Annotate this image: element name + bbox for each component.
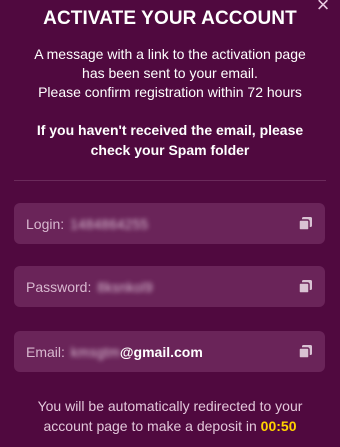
modal-title: ACTIVATE YOUR ACCOUNT <box>43 8 297 29</box>
copy-icon[interactable] <box>298 216 313 231</box>
email-domain: @gmail.com <box>119 343 203 360</box>
password-label: Password: <box>26 278 92 295</box>
password-field: Password: 8ksnkol9 <box>14 266 325 307</box>
email-field: Email: kmsgtm @gmail.com <box>14 331 325 372</box>
activation-message: A message with a link to the activation … <box>10 45 330 102</box>
copy-icon[interactable] <box>298 279 313 294</box>
message-line: has been sent to your email. <box>82 65 258 81</box>
spam-notice-line: check your Spam folder <box>90 142 250 158</box>
redirect-line: account page to make a deposit in <box>43 418 261 434</box>
login-field: Login: 1484864255 <box>14 203 325 244</box>
password-value: 8ksnkol9 <box>97 278 153 295</box>
countdown-timer: 00:50 <box>260 418 297 434</box>
login-value: 1484864255 <box>70 215 149 232</box>
spam-notice-line: If you haven't received the email, pleas… <box>36 122 304 138</box>
activate-account-modal: × ACTIVATE YOUR ACCOUNT A message with a… <box>0 0 340 447</box>
message-line: Please confirm registration within 72 ho… <box>38 84 302 100</box>
message-line: A message with a link to the activation … <box>34 46 306 62</box>
login-label: Login: <box>26 215 65 232</box>
copy-icon[interactable] <box>298 344 313 359</box>
redirect-notice: You will be automatically redirected to … <box>8 396 332 436</box>
email-label: Email: <box>26 343 65 360</box>
email-value: kmsgtm <box>70 343 120 360</box>
divider <box>14 180 326 181</box>
redirect-line: You will be automatically redirected to … <box>37 398 303 414</box>
spam-notice: If you haven't received the email, pleas… <box>10 120 330 160</box>
